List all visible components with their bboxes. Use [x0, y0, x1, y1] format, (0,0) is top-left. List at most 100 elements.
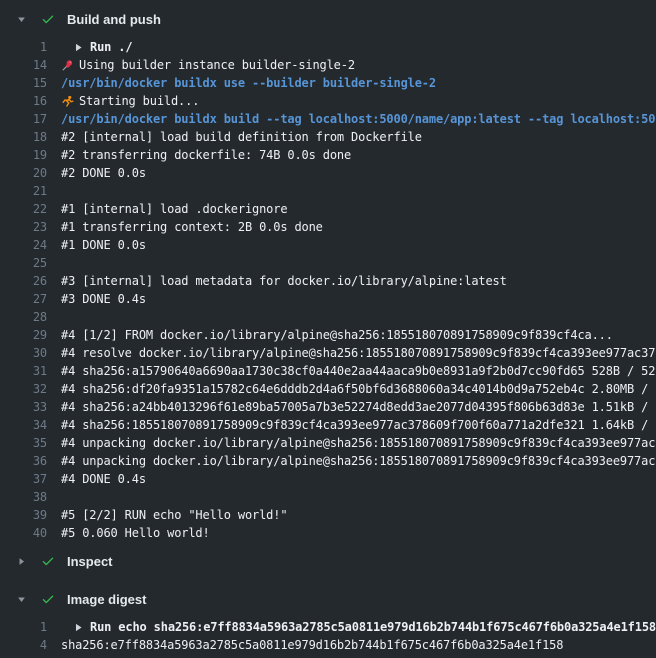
log-line: 40#5 0.060 Hello world!	[0, 524, 656, 542]
line-number[interactable]: 1	[0, 618, 47, 636]
line-number[interactable]: 24	[0, 236, 47, 254]
log-line-content: #5 [2/2] RUN echo "Hello world!"	[61, 506, 287, 524]
log-line: 21	[0, 182, 656, 200]
log-text: #4 sha256:df20fa9351a15782c64e6dddb2d4a6…	[61, 380, 656, 398]
section-header-inspect[interactable]: Inspect	[0, 542, 656, 580]
chevron-right-icon[interactable]	[17, 556, 28, 567]
line-number[interactable]: 38	[0, 488, 47, 506]
log-line: 26 #3 [internal] load metadata for docker…	[0, 272, 656, 290]
line-number[interactable]: 1	[0, 38, 47, 56]
log-line: 25	[0, 254, 656, 272]
line-number[interactable]: 22	[0, 200, 47, 218]
log-line-content: #4 [1/2] FROM docker.io/library/alpine@s…	[61, 326, 613, 344]
log-text: #3 DONE 0.4s	[61, 290, 146, 308]
log-line: 39 #5 [2/2] RUN echo "Hello world!"	[0, 506, 656, 524]
line-number[interactable]: 19	[0, 146, 47, 164]
log-line-content: #3 [internal] load metadata for docker.i…	[61, 272, 507, 290]
line-number[interactable]: 27	[0, 290, 47, 308]
pushpin-icon	[61, 59, 74, 72]
line-number[interactable]: 31	[0, 362, 47, 380]
log-line-content: #1 transferring context: 2B 0.0s done	[61, 218, 323, 236]
log-line-content: #4 sha256:a15790640a6690aa1730c38cf0a440…	[61, 362, 656, 380]
log-line: 4 sha256:e7ff8834a5963a2785c5a0811e979d16…	[0, 636, 656, 654]
log-line: 14 Using builder instance builder-single-…	[0, 56, 656, 74]
line-number[interactable]: 23	[0, 218, 47, 236]
line-number[interactable]: 35	[0, 434, 47, 452]
log-text: #1 transferring context: 2B 0.0s done	[61, 218, 323, 236]
line-number[interactable]: 20	[0, 164, 47, 182]
log-line: 23 #1 transferring context: 2B 0.0s done	[0, 218, 656, 236]
log-line-content: #4 DONE 0.4s	[61, 470, 146, 488]
line-number[interactable]: 18	[0, 128, 47, 146]
section-header-image-digest[interactable]: Image digest	[0, 580, 656, 618]
log-line: 1 Run ./	[0, 38, 656, 56]
section-log-lines: 1 Run echo sha256:e7ff8834a5963a2785c5a08…	[0, 618, 656, 654]
log-text: #4 sha256:a15790640a6690aa1730c38cf0a440…	[61, 362, 656, 380]
log-line-content: Starting build...	[61, 92, 199, 110]
log-line: 33 #4 sha256:a24bb4013296f61e89ba57005a7b…	[0, 398, 656, 416]
section-inspect: Inspect	[0, 542, 656, 580]
log-text: /usr/bin/docker buildx build --tag local…	[61, 110, 656, 128]
section-title: Inspect	[67, 554, 113, 569]
log-line-content: #2 [internal] load build definition from…	[61, 128, 422, 146]
log-line-content: #2 transferring dockerfile: 74B 0.0s don…	[61, 146, 351, 164]
section-title: Image digest	[67, 592, 146, 607]
run-group-arrow-icon[interactable]	[74, 43, 83, 52]
run-group-arrow-icon[interactable]	[74, 623, 83, 632]
line-number[interactable]: 16	[0, 92, 47, 110]
log-line-content: /usr/bin/docker buildx use --builder bui…	[61, 74, 436, 92]
log-line: 16 Starting build...	[0, 92, 656, 110]
line-number[interactable]: 40	[0, 524, 47, 542]
log-line: 38	[0, 488, 656, 506]
log-line: 30 #4 resolve docker.io/library/alpine@sh…	[0, 344, 656, 362]
log-line-content: #4 unpacking docker.io/library/alpine@sh…	[61, 452, 656, 470]
log-line: 17/usr/bin/docker buildx build --tag loc…	[0, 110, 656, 128]
log-line: 28	[0, 308, 656, 326]
line-number[interactable]: 17	[0, 110, 47, 128]
log-text: #1 DONE 0.0s	[61, 236, 146, 254]
line-number[interactable]: 39	[0, 506, 47, 524]
log-line-content: Run echo sha256:e7ff8834a5963a2785c5a081…	[61, 618, 656, 636]
log-text: #1 [internal] load .dockerignore	[61, 200, 287, 218]
log-line-content: #4 sha256:a24bb4013296f61e89ba57005a7b3e…	[61, 398, 656, 416]
line-number[interactable]: 21	[0, 182, 47, 200]
log-line: 22 #1 [internal] load .dockerignore	[0, 200, 656, 218]
line-number[interactable]: 28	[0, 308, 47, 326]
log-text: #4 resolve docker.io/library/alpine@sha2…	[61, 344, 656, 362]
log-text: #4 sha256:a24bb4013296f61e89ba57005a7b3e…	[61, 398, 656, 416]
workflow-log-viewer: Build and push1Run ./14Using builder ins…	[0, 0, 656, 658]
line-number[interactable]: 36	[0, 452, 47, 470]
line-number[interactable]: 25	[0, 254, 47, 272]
log-line: 15/usr/bin/docker buildx use --builder b…	[0, 74, 656, 92]
chevron-down-icon[interactable]	[17, 594, 28, 605]
line-number[interactable]: 34	[0, 416, 47, 434]
line-number[interactable]: 15	[0, 74, 47, 92]
line-number[interactable]: 30	[0, 344, 47, 362]
log-line: 20 #2 DONE 0.0s	[0, 164, 656, 182]
line-number[interactable]: 33	[0, 398, 47, 416]
log-line-content: Run ./	[61, 38, 132, 56]
line-number[interactable]: 14	[0, 56, 47, 74]
log-text: sha256:e7ff8834a5963a2785c5a0811e979d16b…	[61, 636, 563, 654]
line-number[interactable]: 32	[0, 380, 47, 398]
log-text: #4 unpacking docker.io/library/alpine@sh…	[61, 434, 656, 452]
log-line: 24 #1 DONE 0.0s	[0, 236, 656, 254]
line-number[interactable]: 37	[0, 470, 47, 488]
log-text: #4 sha256:185518070891758909c9f839cf4ca3…	[61, 416, 656, 434]
line-number[interactable]: 26	[0, 272, 47, 290]
check-icon	[41, 554, 55, 568]
log-line: 36 #4 unpacking docker.io/library/alpine@…	[0, 452, 656, 470]
line-number[interactable]: 4	[0, 636, 47, 654]
log-line-content: #4 sha256:df20fa9351a15782c64e6dddb2d4a6…	[61, 380, 656, 398]
log-text: #2 transferring dockerfile: 74B 0.0s don…	[61, 146, 351, 164]
log-line-content: Using builder instance builder-single-2	[61, 56, 355, 74]
section-header-build-and-push[interactable]: Build and push	[0, 0, 656, 38]
log-line: 37 #4 DONE 0.4s	[0, 470, 656, 488]
section-image-digest: Image digest 1 Run echo sha256:e7ff8834a59…	[0, 580, 656, 654]
line-number[interactable]: 29	[0, 326, 47, 344]
chevron-down-icon[interactable]	[17, 14, 28, 25]
check-icon	[41, 12, 55, 26]
log-text: /usr/bin/docker buildx use --builder bui…	[61, 74, 436, 92]
log-line: 1 Run echo sha256:e7ff8834a5963a2785c5a08…	[0, 618, 656, 636]
log-text: #2 DONE 0.0s	[61, 164, 146, 182]
